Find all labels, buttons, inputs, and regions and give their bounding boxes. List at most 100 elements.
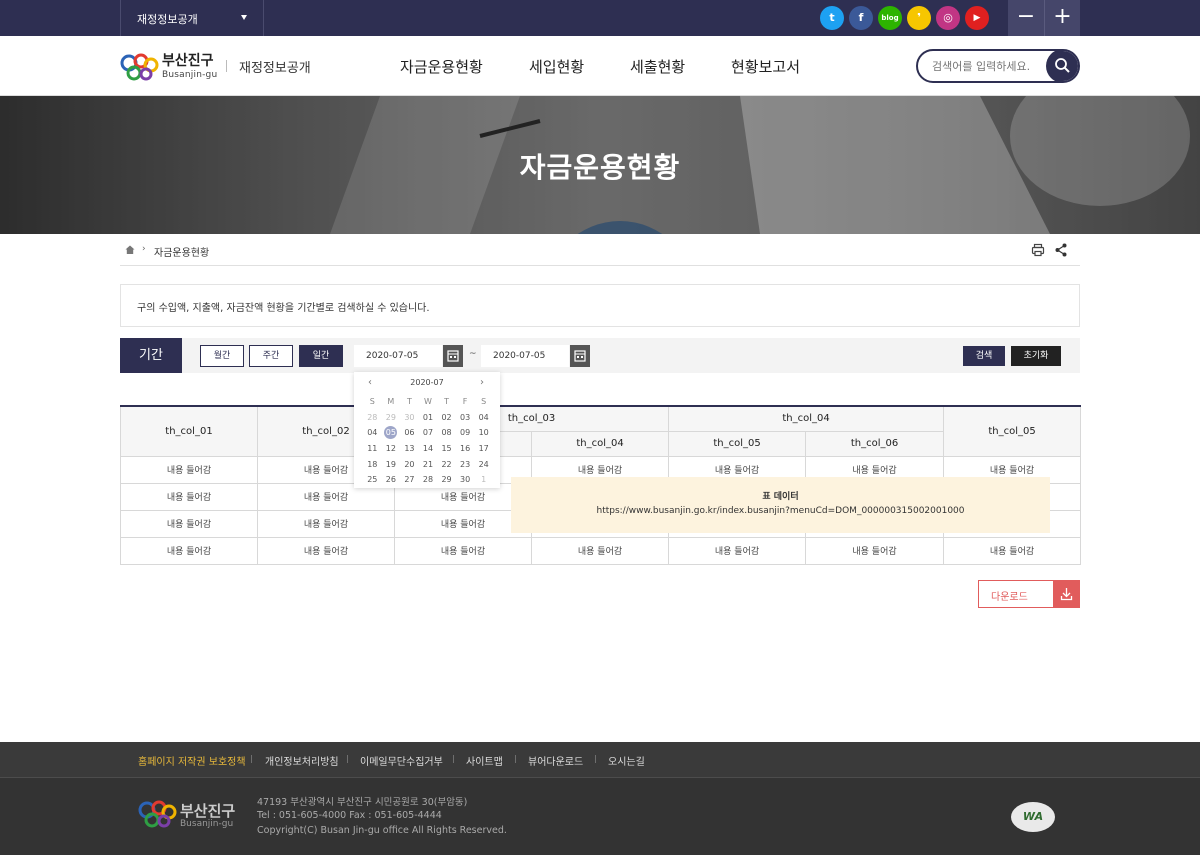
period-filter-bar: 기간 월간 주간 일간 2020-07-05 ~ 2020-07-05 검색 초… bbox=[120, 338, 1080, 373]
datepicker-day[interactable]: 08 bbox=[437, 425, 456, 441]
datepicker-day[interactable]: 28 bbox=[363, 410, 382, 426]
gnb-item-fund[interactable]: 자금운용현황 bbox=[400, 56, 483, 77]
datepicker-day[interactable]: 22 bbox=[437, 456, 456, 472]
datepicker-day[interactable]: 04 bbox=[363, 425, 382, 441]
datepicker-day[interactable]: 29 bbox=[382, 410, 401, 426]
datepicker-day[interactable]: 04 bbox=[474, 410, 493, 426]
datepicker-day[interactable]: 15 bbox=[437, 441, 456, 457]
gnb-item-revenue[interactable]: 세입현황 bbox=[529, 56, 584, 77]
period-reset-button[interactable]: 초기화 bbox=[1011, 346, 1061, 366]
footer-link-privacy[interactable]: 개인정보처리방침 bbox=[265, 753, 339, 768]
footer-link-email-refusal[interactable]: 이메일무단수집거부 bbox=[360, 753, 443, 768]
datepicker-day[interactable]: 23 bbox=[456, 456, 475, 472]
period-weekly-button[interactable]: 주간 bbox=[249, 345, 293, 367]
search-box bbox=[916, 49, 1080, 83]
period-monthly-button[interactable]: 월간 bbox=[200, 345, 244, 367]
footer-link-sitemap[interactable]: 사이트맵 bbox=[466, 753, 503, 768]
table-row: 내용 들어감내용 들어감내용 들어감내용 들어감내용 들어감내용 들어감내용 들… bbox=[120, 536, 1082, 565]
datepicker-day[interactable]: 02 bbox=[437, 410, 456, 426]
table-data-tooltip: 표 데이터 https://www.busanjin.go.kr/index.b… bbox=[511, 477, 1050, 533]
datepicker-day[interactable]: 21 bbox=[419, 456, 438, 472]
datepicker-week: 18 19 20 21 22 23 24 bbox=[363, 456, 493, 472]
sub-visual-banner: 자금운용현황 bbox=[0, 96, 1200, 234]
top-utility-bar: 재정정보공개 t f blog ❜ ◎ ▶ − + bbox=[0, 0, 1200, 36]
datepicker-day[interactable]: 18 bbox=[363, 456, 382, 472]
datepicker-day[interactable]: 06 bbox=[400, 425, 419, 441]
footer-separator: | bbox=[346, 754, 349, 763]
next-month-icon[interactable]: › bbox=[480, 377, 484, 388]
footer-address: 47193 부산광역시 부산진구 시민공원로 30(부암동) bbox=[257, 797, 468, 808]
datepicker-day[interactable]: 19 bbox=[382, 456, 401, 472]
datepicker-day[interactable]: 12 bbox=[382, 441, 401, 457]
table-header-cell: th_col_06 bbox=[805, 430, 945, 457]
datepicker-day[interactable]: 09 bbox=[456, 425, 475, 441]
kakaostory-icon[interactable]: ❜ bbox=[907, 6, 931, 30]
breadcrumb-current[interactable]: 자금운용현황 bbox=[154, 244, 209, 259]
datepicker-day[interactable]: 01 bbox=[419, 410, 438, 426]
datepicker-day[interactable]: 10 bbox=[474, 425, 493, 441]
datepicker-day[interactable]: 28 bbox=[419, 472, 438, 488]
datepicker-day[interactable]: 20 bbox=[400, 456, 419, 472]
search-input[interactable] bbox=[932, 57, 1042, 75]
facebook-icon[interactable]: f bbox=[849, 6, 873, 30]
table-cell: 내용 들어감 bbox=[257, 509, 395, 538]
datepicker-day[interactable]: 14 bbox=[419, 441, 438, 457]
end-calendar-button[interactable] bbox=[570, 345, 590, 367]
gnb-item-expenditure[interactable]: 세출현황 bbox=[630, 56, 685, 77]
youtube-icon[interactable]: ▶ bbox=[965, 6, 989, 30]
web-accessibility-mark-icon: WA bbox=[1011, 802, 1055, 832]
datepicker-day[interactable]: 30 bbox=[400, 410, 419, 426]
download-button[interactable]: 다운로드 bbox=[978, 580, 1080, 608]
datepicker-day[interactable]: 30 bbox=[456, 472, 475, 488]
datepicker-day[interactable]: 26 bbox=[382, 472, 401, 488]
table-header-cell: th_col_01 bbox=[120, 405, 258, 457]
table-cell: 내용 들어감 bbox=[120, 482, 258, 511]
datepicker-day[interactable]: 05 bbox=[382, 425, 401, 441]
datepicker-day[interactable]: 11 bbox=[363, 441, 382, 457]
datepicker-day[interactable]: 13 bbox=[400, 441, 419, 457]
datepicker-day[interactable]: 07 bbox=[419, 425, 438, 441]
table-cell: 내용 들어감 bbox=[805, 536, 945, 565]
twitter-icon[interactable]: t bbox=[820, 6, 844, 30]
period-search-button[interactable]: 검색 bbox=[963, 346, 1005, 366]
datepicker-day[interactable]: 17 bbox=[474, 441, 493, 457]
search-button[interactable] bbox=[1046, 51, 1078, 81]
datepicker-day[interactable]: 03 bbox=[456, 410, 475, 426]
blog-icon[interactable]: blog bbox=[878, 6, 902, 30]
site-select-dropdown[interactable]: 재정정보공개 bbox=[120, 0, 264, 36]
end-date-field[interactable]: 2020-07-05 bbox=[481, 345, 569, 367]
footer-link-directions[interactable]: 오시는길 bbox=[608, 753, 645, 768]
share-icon[interactable] bbox=[1055, 243, 1067, 257]
zoom-in-button[interactable]: + bbox=[1044, 0, 1080, 36]
table-cell: 내용 들어감 bbox=[120, 536, 258, 565]
footer-logo-english-name: Busanjin-gu bbox=[180, 819, 234, 829]
datepicker-day[interactable]: 29 bbox=[437, 472, 456, 488]
site-select-label: 재정정보공개 bbox=[137, 13, 198, 26]
datepicker-day[interactable]: 16 bbox=[456, 441, 475, 457]
footer-nav: 홈페이지 저작권 보호정책 | 개인정보처리방침 | 이메일무단수집거부 | 사… bbox=[0, 742, 1200, 778]
download-icon-box bbox=[1053, 580, 1080, 608]
datepicker-day[interactable]: 1 bbox=[474, 472, 493, 488]
tooltip-url: https://www.busanjin.go.kr/index.busanji… bbox=[596, 506, 965, 516]
footer-link-viewer-download[interactable]: 뷰어다운로드 bbox=[528, 753, 583, 768]
busanjin-logo-icon[interactable] bbox=[120, 53, 160, 81]
home-icon[interactable] bbox=[125, 245, 135, 255]
footer-link-copyright-policy[interactable]: 홈페이지 저작권 보호정책 bbox=[138, 753, 246, 768]
zoom-out-button[interactable]: − bbox=[1008, 0, 1044, 36]
datepicker-day[interactable]: 24 bbox=[474, 456, 493, 472]
datepicker-day[interactable]: 27 bbox=[400, 472, 419, 488]
search-icon bbox=[1055, 58, 1070, 73]
print-icon[interactable] bbox=[1031, 243, 1045, 257]
datepicker-day[interactable]: 25 bbox=[363, 472, 382, 488]
logo-subtitle[interactable]: 재정정보공개 bbox=[239, 57, 311, 76]
start-calendar-button[interactable] bbox=[443, 345, 463, 367]
instagram-icon[interactable]: ◎ bbox=[936, 6, 960, 30]
datepicker-week: 11 12 13 14 15 16 17 bbox=[363, 441, 493, 457]
period-daily-button[interactable]: 일간 bbox=[299, 345, 343, 367]
table-cell: 내용 들어감 bbox=[257, 536, 395, 565]
gnb-item-report[interactable]: 현황보고서 bbox=[731, 56, 800, 77]
start-date-field[interactable]: 2020-07-05 bbox=[354, 345, 442, 367]
logo-name[interactable]: 부산진구 bbox=[162, 50, 214, 70]
weekday-label: W bbox=[424, 397, 432, 407]
datepicker-grid: SMTWTFS 28 29 30 01 02 03 04 04 05 06 07 08 09 10 11 12… bbox=[363, 394, 493, 488]
